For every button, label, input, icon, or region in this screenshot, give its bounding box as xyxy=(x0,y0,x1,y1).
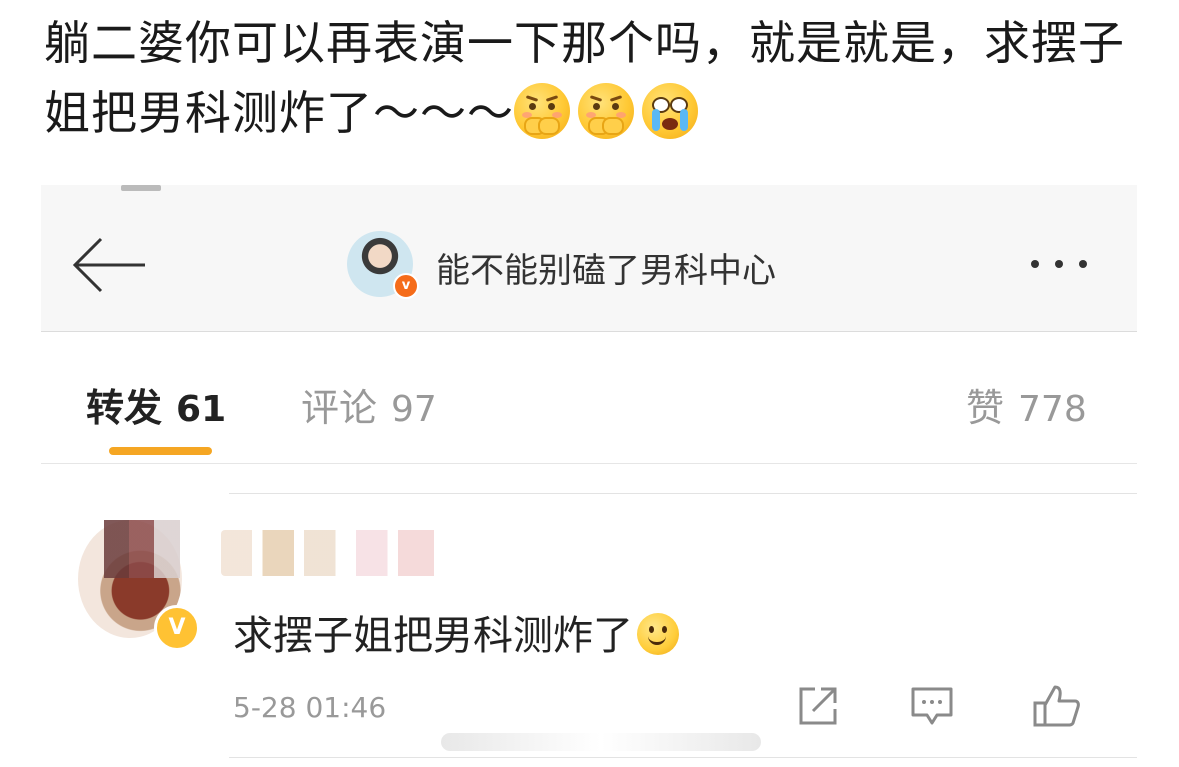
shy-face-emoji-icon xyxy=(578,83,634,139)
like-button[interactable] xyxy=(1031,683,1080,729)
interaction-tabs: 转发 61 评论 97 赞 778 xyxy=(41,331,1137,464)
active-tab-indicator xyxy=(109,447,212,455)
comment-icon xyxy=(911,687,953,725)
weibo-screen: v 能不能别磕了男科中心 转发 61 评论 97 赞 778 V 求摆子姐把男科测炸了… xyxy=(41,185,1137,767)
tab-comment-label: 评论 xyxy=(301,386,378,430)
blurred-username[interactable] xyxy=(221,530,481,576)
top-nav-bar: v 能不能别磕了男科中心 xyxy=(41,185,1137,332)
tab-repost-count: 61 xyxy=(176,389,227,430)
scroll-indicator xyxy=(441,733,761,751)
tab-comment[interactable]: 评论 97 xyxy=(301,377,437,432)
comment-button[interactable] xyxy=(909,683,955,729)
bottom-divider xyxy=(229,757,1137,758)
verified-v-badge: V xyxy=(154,605,200,651)
comment-timestamp: 5-28 01:46 xyxy=(233,691,387,724)
smile-emoji-icon xyxy=(637,613,679,655)
account-avatar[interactable]: v xyxy=(347,231,419,299)
crying-face-emoji-icon xyxy=(642,83,698,139)
more-dots-icon[interactable] xyxy=(1031,253,1111,277)
tab-repost-label: 转发 xyxy=(86,386,163,430)
comment-text: 求摆子姐把男科测炸了 xyxy=(233,613,633,659)
post-text: 躺二婆你可以再表演一下那个吗，就是就是，求摆子姐把男科测炸了～～～ xyxy=(44,8,1144,148)
share-icon xyxy=(799,687,837,725)
share-button[interactable] xyxy=(795,683,841,729)
tab-repost[interactable]: 转发 61 xyxy=(86,377,226,432)
divider xyxy=(229,493,1137,494)
pixelated-mask xyxy=(104,520,180,578)
arrow-left-icon xyxy=(72,237,145,293)
verified-badge: v xyxy=(393,273,419,299)
shy-face-emoji-icon xyxy=(514,83,570,139)
account-title[interactable]: 能不能别磕了男科中心 xyxy=(436,243,776,292)
back-button[interactable] xyxy=(71,235,151,295)
tab-like-label: 赞 xyxy=(966,386,1005,430)
tab-like[interactable]: 赞 778 xyxy=(966,377,1087,432)
tab-like-count: 778 xyxy=(1018,389,1087,430)
tab-comment-count: 97 xyxy=(391,389,437,430)
thumbs-up-icon xyxy=(1033,685,1080,727)
status-bar-fragment xyxy=(121,185,161,191)
comment-body: 求摆子姐把男科测炸了 xyxy=(233,603,679,661)
